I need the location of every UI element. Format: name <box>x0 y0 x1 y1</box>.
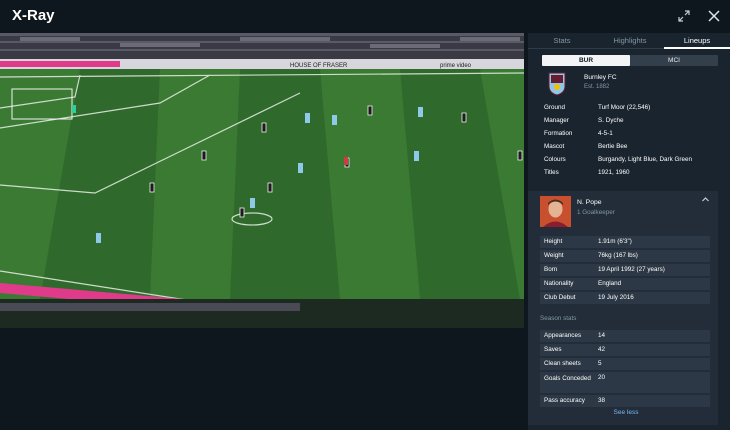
hoarding-text: prime video <box>440 63 472 69</box>
detail-value: England <box>598 280 622 287</box>
player-avatar <box>540 196 571 227</box>
title-bar: X-Ray <box>0 0 730 32</box>
player-detail-row: Nationality England <box>540 278 710 290</box>
club-name: Burnley FC <box>584 74 617 81</box>
info-value: Turf Moor (22,546) <box>598 104 651 111</box>
player-position: 1 Goalkeeper <box>577 209 615 216</box>
info-value: Burgandy, Light Blue, Dark Green <box>598 156 693 163</box>
player-card: N. Pope 1 Goalkeeper Height 1.91m (6'3")… <box>528 191 718 425</box>
club-crest-icon <box>548 72 566 96</box>
player-detail-row: Club Debut 19 July 2016 <box>540 292 710 304</box>
team-toggle-bur[interactable]: BUR <box>542 55 630 66</box>
stat-key: Pass accuracy <box>544 397 585 404</box>
club-info-row: Titles 1921, 1960 <box>544 169 724 179</box>
tab-highlights[interactable]: Highlights <box>596 36 664 45</box>
stat-value: 5 <box>598 360 602 367</box>
detail-key: Height <box>544 238 563 245</box>
stat-value: 38 <box>598 397 606 404</box>
detail-value: 19 July 2016 <box>598 294 634 301</box>
season-stat-row: Clean sheets 5 <box>540 358 710 370</box>
active-tab-indicator <box>664 47 730 49</box>
hoarding-text: HOUSE OF FRASER <box>290 63 348 69</box>
info-value: 4-5-1 <box>598 130 613 137</box>
tab-lineups[interactable]: Lineups <box>664 36 730 45</box>
detail-key: Nationality <box>544 280 574 287</box>
player-detail-row: Weight 76kg (167 lbs) <box>540 250 710 262</box>
club-info-row: Colours Burgandy, Light Blue, Dark Green <box>544 156 724 166</box>
player-detail-row: Height 1.91m (6'3") <box>540 236 710 248</box>
club-info-row: Mascot Bertie Bee <box>544 143 724 153</box>
stat-value: 42 <box>598 346 606 353</box>
detail-value: 1.91m (6'3") <box>598 238 632 245</box>
season-stat-row: Appearances 14 <box>540 330 710 342</box>
chevron-up-icon[interactable] <box>701 195 710 206</box>
collapse-arrows-icon[interactable] <box>676 8 692 24</box>
stat-value: 14 <box>598 332 606 339</box>
season-stat-row: Saves 42 <box>540 344 710 356</box>
info-key: Colours <box>544 156 566 163</box>
app-title: X-Ray <box>12 7 55 24</box>
club-info-row: Ground Turf Moor (22,546) <box>544 104 724 114</box>
stat-key: Goals Conceded <box>544 375 591 382</box>
detail-value: 76kg (167 lbs) <box>598 252 638 259</box>
info-value: Bertie Bee <box>598 143 628 150</box>
stat-value: 20 <box>598 374 606 381</box>
season-stats-label: Season stats <box>540 315 577 322</box>
info-key: Ground <box>544 104 566 111</box>
detail-value: 19 April 1992 (27 years) <box>598 266 665 273</box>
info-value: 1921, 1960 <box>598 169 630 176</box>
info-key: Formation <box>544 130 573 137</box>
detail-key: Weight <box>544 252 564 259</box>
see-less-link[interactable]: See less <box>528 409 724 416</box>
player-detail-row: Born 19 April 1992 (27 years) <box>540 264 710 276</box>
tab-bar: Stats Highlights Lineups <box>528 33 730 49</box>
team-toggle-mci[interactable]: MCI <box>630 55 718 66</box>
club-info-row: Formation 4-5-1 <box>544 130 724 140</box>
xray-panel: Stats Highlights Lineups BUR MCI Burnley… <box>528 33 730 430</box>
stat-key: Clean sheets <box>544 360 581 367</box>
info-key: Manager <box>544 117 569 124</box>
info-key: Mascot <box>544 143 565 150</box>
club-established: Est. 1882 <box>584 84 610 90</box>
stat-key: Appearances <box>544 332 582 339</box>
player-name: N. Pope <box>577 199 602 206</box>
season-stat-row: Pass accuracy 38 <box>540 395 710 407</box>
close-icon[interactable] <box>706 8 722 24</box>
team-toggle: BUR MCI <box>542 55 718 66</box>
club-info-row: Manager S. Dyche <box>544 117 724 127</box>
video-player[interactable]: HOUSE OF FRASER prime video <box>0 33 524 328</box>
stat-key: Saves <box>544 346 562 353</box>
info-key: Titles <box>544 169 559 176</box>
tab-stats[interactable]: Stats <box>528 36 596 45</box>
detail-key: Club Debut <box>544 294 576 301</box>
info-value: S. Dyche <box>598 117 624 124</box>
season-stat-row: Goals Conceded 20 <box>540 372 710 393</box>
detail-key: Born <box>544 266 558 273</box>
